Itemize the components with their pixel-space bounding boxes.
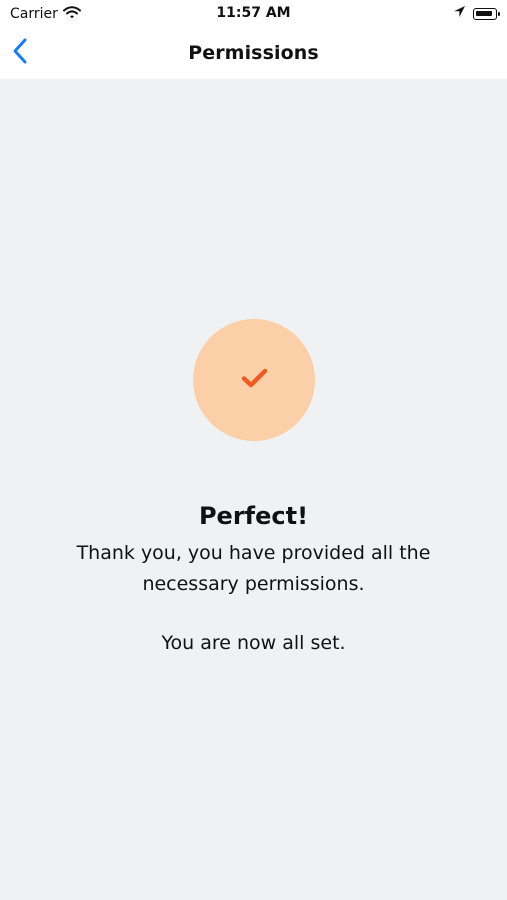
page-title: Permissions xyxy=(188,42,319,64)
battery-level xyxy=(476,10,492,16)
top-chrome: Carrier 11:57 AM Permissions xyxy=(0,0,507,79)
success-indicator xyxy=(193,319,315,441)
status-indicators xyxy=(453,5,500,22)
battery-icon xyxy=(473,7,500,20)
success-heading: Perfect! xyxy=(198,502,309,531)
permissions-message: Thank you, you have provided all the nec… xyxy=(76,542,431,595)
status-time: 11:57 AM xyxy=(216,5,291,21)
navigation-bar: Permissions xyxy=(0,28,507,79)
all-set-message: You are now all set. xyxy=(161,632,346,654)
status-bar: Carrier 11:57 AM xyxy=(0,0,507,28)
checkmark-icon xyxy=(241,367,268,393)
location-arrow-icon xyxy=(453,5,466,22)
